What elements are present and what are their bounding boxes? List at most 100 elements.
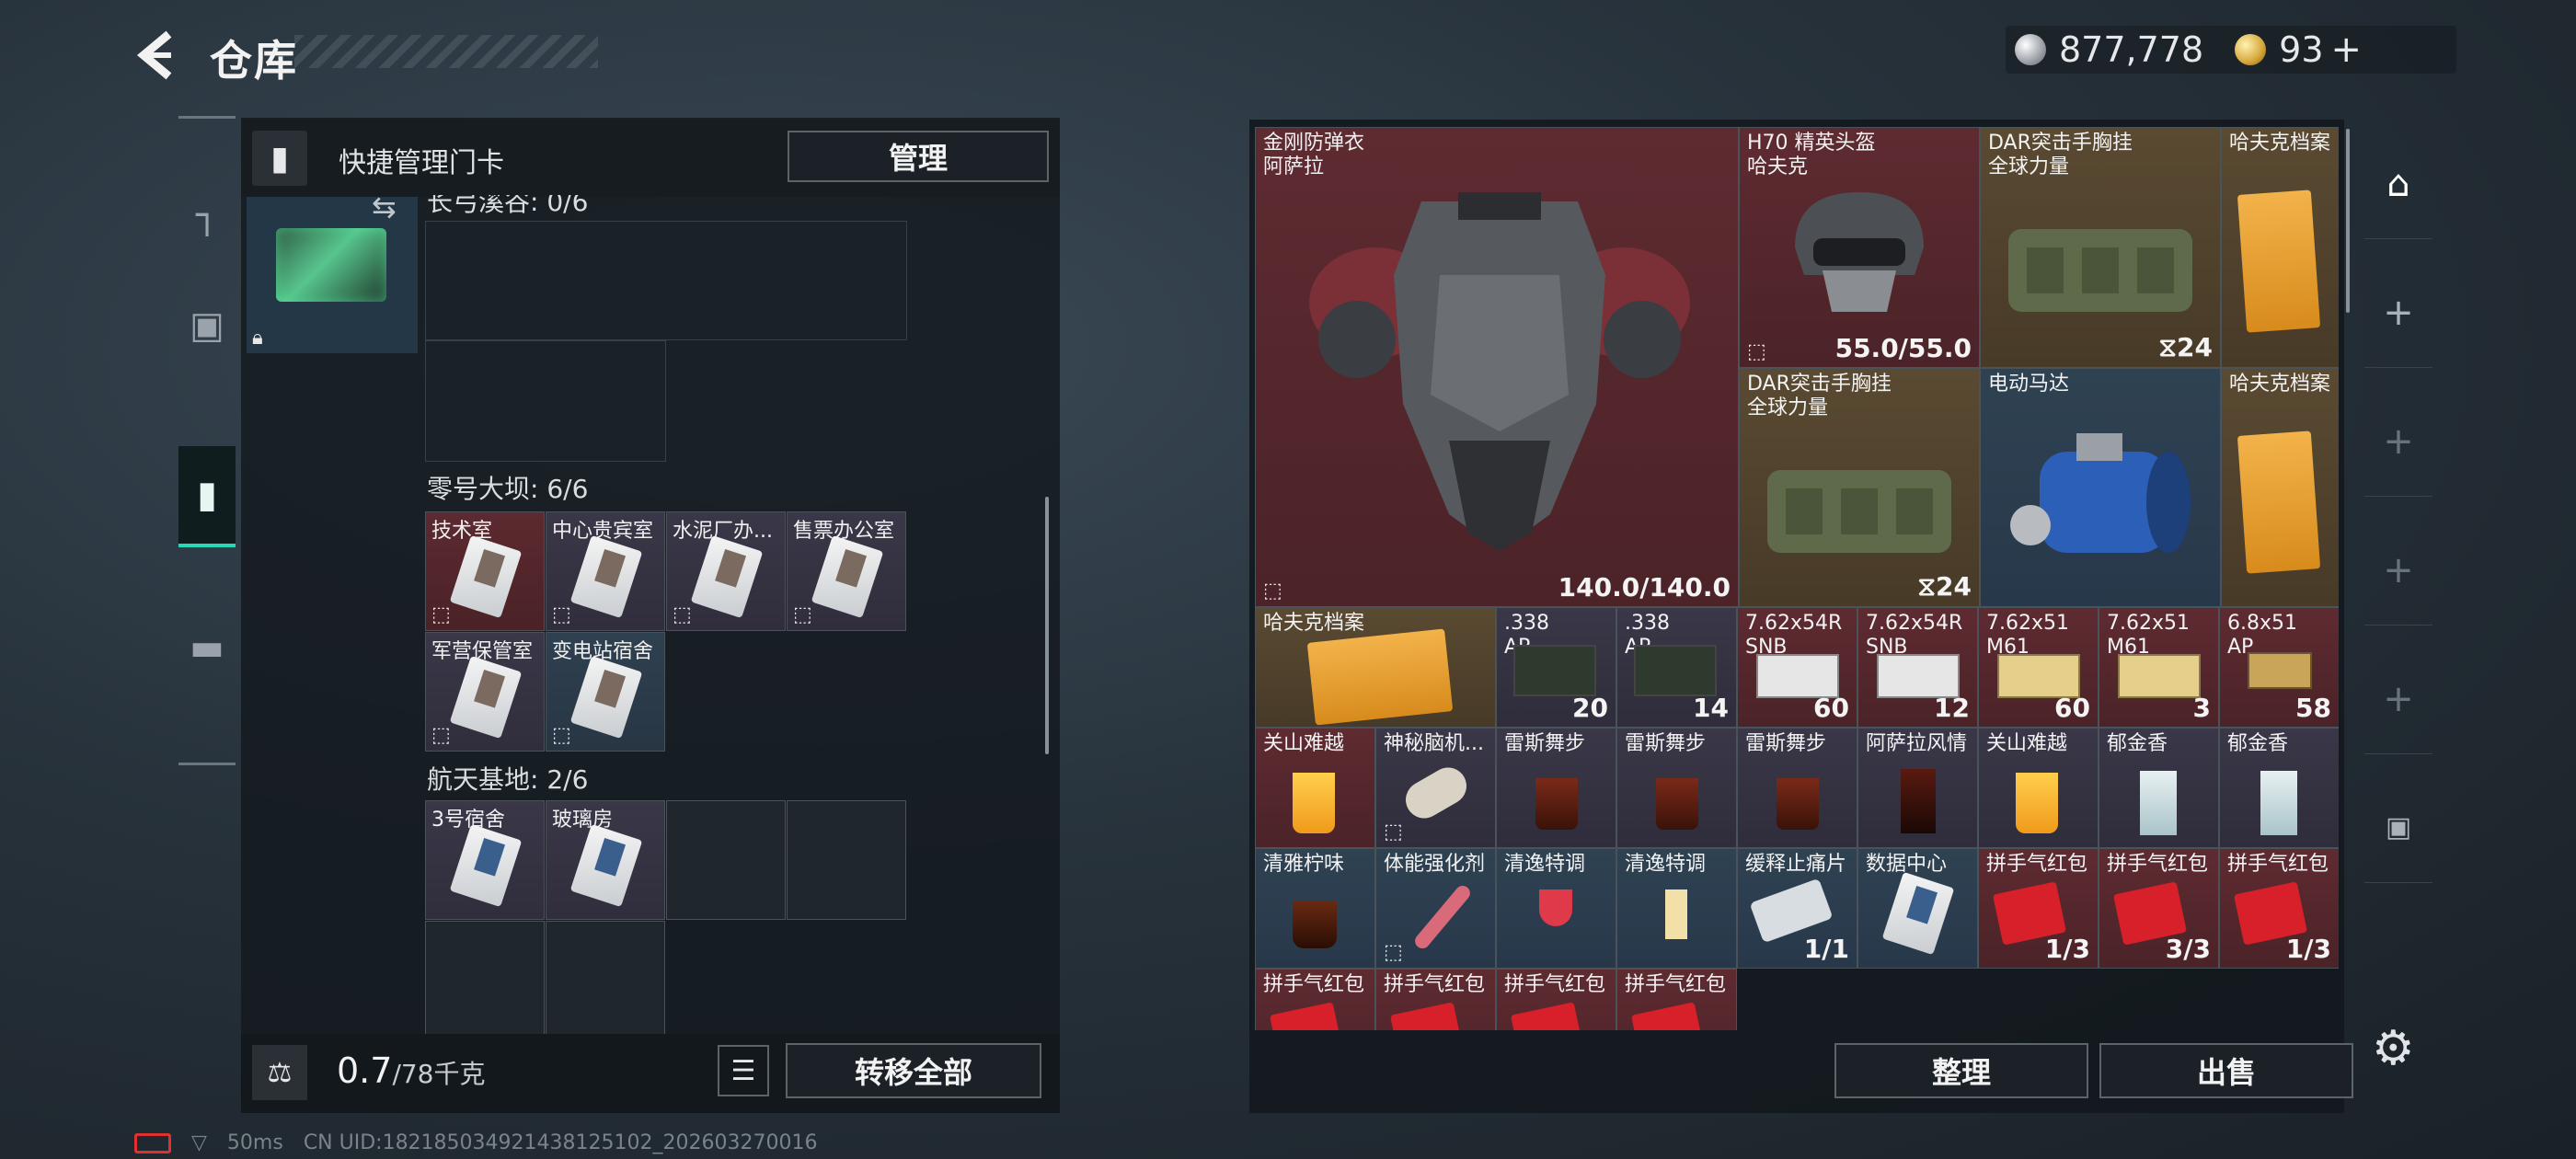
nav-case-tab[interactable]: ▬ — [178, 597, 236, 698]
storage-page-main[interactable]: ⌂ — [2364, 129, 2432, 239]
section-label-dam: 零号大坝: 6/6 — [427, 474, 589, 504]
inventory-item-motor[interactable]: 电动马达 — [1980, 368, 2221, 607]
nav-armor-tab[interactable]: ▣ — [178, 275, 236, 376]
inventory-item-red-envelope[interactable]: 拼手气红包 — [1496, 969, 1616, 1030]
inventory-item-painkiller[interactable]: 缓释止痛片 1/1 — [1737, 848, 1857, 969]
gun-icon: ┐ — [195, 194, 219, 236]
durability: ⧖24 — [1917, 571, 1972, 602]
swap-icon[interactable]: ⇆ — [372, 189, 397, 224]
keycard-item[interactable]: 技术室 ⬚ — [425, 511, 545, 631]
ammo-box-image — [1513, 645, 1596, 696]
keycard-image — [569, 655, 643, 740]
body-armor-image — [1309, 192, 1690, 551]
empty-slot[interactable] — [425, 921, 545, 1034]
keycard-item[interactable]: 军营保管室 ⬚ — [425, 632, 545, 752]
keycard-item[interactable]: 玻璃房 — [546, 800, 665, 920]
inventory-item-ammo[interactable]: .338 AP 20 — [1496, 607, 1616, 728]
weight-capacity: /78千克 — [392, 1059, 486, 1089]
nav-keycard-tab[interactable]: ▮ — [178, 446, 236, 547]
inventory-item-drink[interactable]: 雷斯舞步 — [1616, 728, 1737, 848]
manage-button[interactable]: 管理 — [788, 131, 1049, 182]
drink-image — [2016, 773, 2058, 833]
transfer-all-button[interactable]: 转移全部 — [786, 1043, 1041, 1098]
sell-button[interactable]: 出售 — [2099, 1043, 2353, 1098]
implant-image — [1398, 761, 1474, 825]
inventory-item-drink[interactable]: 雷斯舞步 — [1737, 728, 1857, 848]
inventory-item-ammo[interactable]: .338 AP 14 — [1616, 607, 1737, 728]
inventory-item-drink[interactable]: 清逸特调 — [1496, 848, 1616, 969]
keycard-panel-scrollbar[interactable] — [1045, 497, 1049, 754]
inventory-item-helmet[interactable]: H70 精英头盔 哈夫克 ⬚ 55.0/55.0 — [1739, 127, 1980, 368]
drink-image — [1656, 778, 1698, 830]
storage-page-add[interactable]: + — [2364, 515, 2432, 625]
keycard-icon: ▮ — [252, 131, 307, 186]
inventory-item-drink[interactable]: 清雅柠味 — [1255, 848, 1375, 969]
durability: ⧖24 — [2158, 332, 2213, 362]
settings-gear-icon[interactable]: ⚙ — [2372, 1021, 2415, 1076]
inventory-item-drink[interactable]: 关山难越 — [1255, 728, 1375, 848]
inventory-item-body-armor[interactable]: 金刚防弹衣 阿萨拉 ⬚ 140.0/140.0 — [1255, 127, 1739, 607]
inventory-item-red-envelope[interactable]: 拼手气红包 1/3 — [2219, 848, 2339, 969]
storage-page-add[interactable]: + — [2364, 258, 2432, 368]
inventory-item-red-envelope[interactable]: 拼手气红包 — [1255, 969, 1375, 1030]
inventory-item-red-envelope[interactable]: 拼手气红包 — [1375, 969, 1496, 1030]
inventory-scrollbar[interactable] — [2346, 129, 2350, 313]
back-button[interactable] — [129, 28, 184, 83]
inventory-item-drink[interactable]: 郁金香 — [2219, 728, 2339, 848]
inventory-item-document[interactable]: 哈夫克档案 — [2221, 368, 2339, 607]
inventory-item-drink[interactable]: 阿萨拉风情 — [1857, 728, 1978, 848]
red-envelope-image — [1630, 1002, 1706, 1030]
ammo-box-image — [1634, 645, 1717, 696]
keycard-item[interactable]: 售票办公室 ⬚ — [787, 511, 906, 631]
keycard-item[interactable]: 3号宿舍 — [425, 800, 545, 920]
durability-icon: ⧖ — [2158, 332, 2178, 362]
list-view-button[interactable]: ☰ — [718, 1045, 769, 1096]
empty-slot[interactable] — [546, 921, 665, 1034]
drink-image — [1901, 769, 1936, 833]
add-currency-button[interactable]: + — [2331, 29, 2363, 71]
keycard-item[interactable]: 中心贵宾室 ⬚ — [546, 511, 665, 631]
inventory-item-drink[interactable]: 雷斯舞步 — [1496, 728, 1616, 848]
inventory-item-ammo[interactable]: 7.62x51 M61 3 — [2099, 607, 2219, 728]
inventory-item-ammo[interactable]: 7.62x51 M61 60 — [1978, 607, 2099, 728]
storage-page-add[interactable]: + — [2364, 386, 2432, 497]
inventory-item-drink[interactable]: 关山难越 — [1978, 728, 2099, 848]
document-image — [2237, 189, 2321, 333]
inventory-item-drink[interactable]: 郁金香 — [2099, 728, 2219, 848]
nav-weapon-tab[interactable]: ┐ — [178, 165, 236, 266]
empty-slot[interactable] — [666, 800, 786, 920]
inventory-item-red-envelope[interactable]: 拼手气红包 3/3 — [2099, 848, 2219, 969]
inventory-grid: 金刚防弹衣 阿萨拉 ⬚ 140.0/140.0 H70 精英头盔 哈夫克 ⬚ 5… — [1255, 127, 2339, 1030]
inventory-item-chest-rig[interactable]: DAR突击手胸挂 全球力量 ⧖24 — [1739, 368, 1980, 607]
weight-footer: ⚖ 0.7/78千克 ☰ 转移全部 — [241, 1034, 1060, 1113]
inventory-item-document[interactable]: 哈夫克档案 — [2221, 127, 2339, 368]
drink-image — [2140, 771, 2177, 835]
inventory-item-keycard[interactable]: 数据中心 — [1857, 848, 1978, 969]
inventory-item-ammo[interactable]: 7.62x54R SNB 12 — [1857, 607, 1978, 728]
silver-amount: 877,778 — [2059, 29, 2204, 70]
keycard-image — [449, 823, 523, 908]
storage-page-add[interactable]: + — [2364, 644, 2432, 754]
inventory-item-red-envelope[interactable]: 拼手气红包 — [1616, 969, 1737, 1030]
sort-button[interactable]: 整理 — [1834, 1043, 2088, 1098]
keycard-item[interactable]: 变电站宿舍 ⬚ — [546, 632, 665, 752]
inventory-item-document[interactable]: 哈夫克档案 — [1255, 607, 1496, 728]
spacebase-keycard-grid: 3号宿舍 玻璃房 — [425, 800, 911, 1034]
inventory-item-implant[interactable]: 神秘脑机... ⬚ — [1375, 728, 1496, 848]
injector-image — [1411, 882, 1474, 952]
drink-image — [1293, 773, 1335, 833]
storage-page-locked[interactable]: ▣ — [2364, 773, 2432, 883]
inventory-item-ammo[interactable]: 7.62x54R SNB 60 — [1737, 607, 1857, 728]
bound-icon: ⬚ — [1384, 820, 1403, 843]
empty-slot[interactable] — [787, 800, 906, 920]
inventory-item-drink[interactable]: 清逸特调 — [1616, 848, 1737, 969]
lock-icon: ▣ — [2385, 811, 2412, 843]
inventory-item-injector[interactable]: 体能强化剂 ⬚ — [1375, 848, 1496, 969]
keycard-item[interactable]: 水泥厂办... ⬚ — [666, 511, 786, 631]
inventory-item-ammo[interactable]: 6.8x51 AP 58 — [2219, 607, 2339, 728]
inventory-item-chest-rig[interactable]: DAR突击手胸挂 全球力量 ⧖24 — [1980, 127, 2221, 368]
drink-image — [1293, 901, 1337, 948]
title-decoration — [294, 35, 598, 68]
silver-coin-icon — [2015, 34, 2046, 65]
inventory-item-red-envelope[interactable]: 拼手气红包 1/3 — [1978, 848, 2099, 969]
